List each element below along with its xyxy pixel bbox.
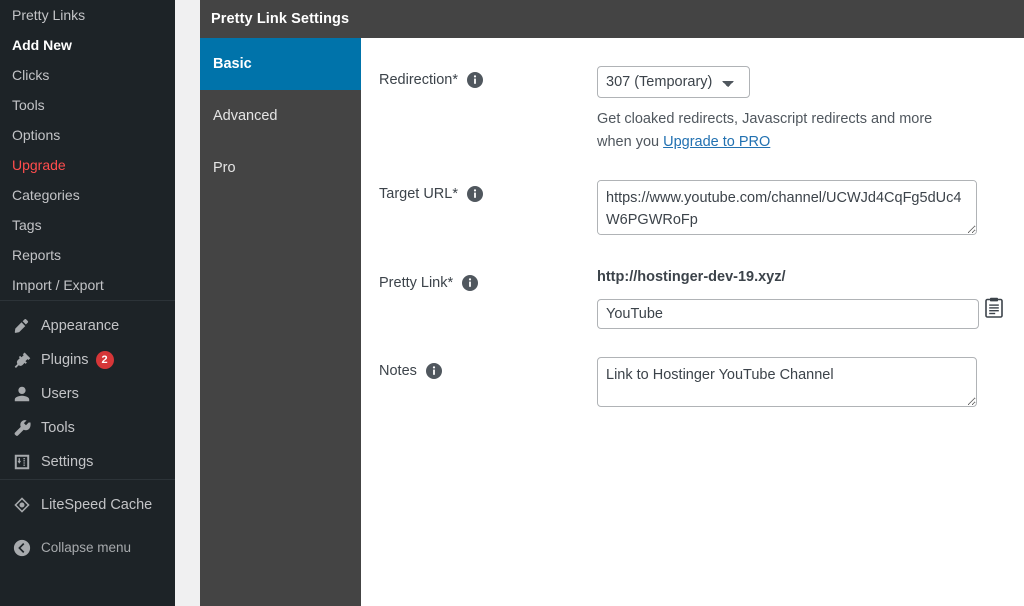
sidebar-item-label: Categories <box>12 187 80 203</box>
menu-separator-3 <box>0 522 175 531</box>
sidebar-item-tools[interactable]: Tools <box>0 90 175 120</box>
sidebar-item-appearance[interactable]: Appearance <box>0 309 175 343</box>
tab-label: Pro <box>213 160 236 176</box>
sidebar-item-label: Upgrade <box>12 157 66 173</box>
sidebar-item-upgrade[interactable]: Upgrade <box>0 150 175 180</box>
sidebar-item-tags[interactable]: Tags <box>0 210 175 240</box>
sidebar-item-categories[interactable]: Categories <box>0 180 175 210</box>
sidebar-item-label: Clicks <box>12 67 50 83</box>
tab-label: Basic <box>213 56 252 72</box>
pretty-link-label-cell: Pretty Link* <box>361 269 597 329</box>
tab-label: Advanced <box>213 108 278 124</box>
collapse-menu-label: Collapse menu <box>41 540 132 556</box>
sidebar-item-label: Settings <box>41 453 94 470</box>
panel-header: Pretty Link Settings <box>200 0 1024 38</box>
paintbrush-icon <box>12 316 32 336</box>
upgrade-to-pro-link[interactable]: Upgrade to PRO <box>663 134 770 150</box>
sidebar-item-add-new[interactable]: Add New <box>0 30 175 60</box>
admin-sidebar: Pretty Links Add New Clicks Tools Option… <box>0 0 175 606</box>
redirection-field-cell: 307 (Temporary) Get cloaked redirects, J… <box>597 66 1024 154</box>
form-row-target-url: Target URL* https://www.youtube.com/chan… <box>361 180 1024 240</box>
notes-input[interactable]: Link to Hostinger YouTube Channel <box>597 356 977 407</box>
sidebar-item-label: Users <box>41 385 79 402</box>
info-icon[interactable] <box>425 362 442 379</box>
tab-basic[interactable]: Basic <box>200 38 361 90</box>
target-url-input[interactable]: https://www.youtube.com/channel/UCWJd4Cq… <box>597 180 977 235</box>
tab-pro[interactable]: Pro <box>200 142 361 194</box>
form-row-notes: Notes Link to Hostinger YouTube Channel <box>361 356 1024 412</box>
wrench-icon <box>12 418 32 438</box>
collapse-menu-button[interactable]: Collapse menu <box>0 531 175 565</box>
litespeed-icon <box>12 495 32 515</box>
sidebar-item-label: Appearance <box>41 317 120 334</box>
menu-separator-2 <box>0 479 175 488</box>
sidebar-item-import-export[interactable]: Import / Export <box>0 270 175 300</box>
tab-advanced[interactable]: Advanced <box>200 90 361 142</box>
collapse-arrow-icon <box>12 538 32 558</box>
sidebar-item-users[interactable]: Users <box>0 377 175 411</box>
sidebar-item-tools-core[interactable]: Tools <box>0 411 175 445</box>
sidebar-item-clicks[interactable]: Clicks <box>0 60 175 90</box>
sidebar-item-label: Pretty Links <box>12 7 86 23</box>
target-url-label: Target URL* <box>379 186 458 202</box>
pretty-link-settings-panel: Pretty Link Settings Basic Advanced Pro … <box>200 0 1024 606</box>
sidebar-item-label: Options <box>12 127 61 143</box>
extra-menu-group: LiteSpeed Cache <box>0 488 175 522</box>
sidebar-item-label: LiteSpeed Cache <box>41 496 153 513</box>
pretty-link-slug-input[interactable] <box>597 298 979 329</box>
sliders-icon <box>12 452 32 472</box>
plug-icon <box>12 350 32 370</box>
plugins-update-badge: 2 <box>95 351 114 369</box>
sidebar-item-label: Plugins <box>41 351 89 368</box>
form-row-pretty-link: Pretty Link* http://hostinger-dev-19.xyz… <box>361 269 1024 329</box>
plugin-submenu-group: Pretty Links Add New Clicks Tools Option… <box>0 0 175 300</box>
notes-field-cell: Link to Hostinger YouTube Channel <box>597 356 1024 412</box>
menu-separator <box>0 300 175 309</box>
target-url-label-cell: Target URL* <box>361 180 597 240</box>
redirection-label: Redirection* <box>379 72 458 88</box>
sidebar-item-settings[interactable]: Settings <box>0 445 175 479</box>
redirection-select[interactable]: 307 (Temporary) <box>597 66 750 98</box>
info-icon[interactable] <box>462 275 479 291</box>
sidebar-item-pretty-links[interactable]: Pretty Links <box>0 0 175 30</box>
sidebar-item-label: Tags <box>12 217 42 233</box>
clipboard-copy-icon[interactable] <box>983 295 1005 319</box>
sidebar-content-gap <box>175 0 200 606</box>
settings-form: Redirection* 307 (Temporary) Get cloaked… <box>361 38 1024 606</box>
settings-tab-list: Basic Advanced Pro <box>200 38 361 606</box>
core-menu-group: Appearance Plugins 2 Users Tools Setting… <box>0 309 175 479</box>
sidebar-item-litespeed-cache[interactable]: LiteSpeed Cache <box>0 488 175 522</box>
info-icon[interactable] <box>467 72 483 88</box>
sidebar-item-label: Tools <box>12 97 45 113</box>
sidebar-item-label: Add New <box>12 37 72 53</box>
panel-body: Basic Advanced Pro Redirection* 307 (Tem… <box>200 38 1024 606</box>
sidebar-item-label: Reports <box>12 247 62 263</box>
sidebar-item-plugins[interactable]: Plugins 2 <box>0 343 175 377</box>
sidebar-item-label: Import / Export <box>12 277 104 293</box>
info-icon[interactable] <box>466 186 483 202</box>
page-title: Pretty Link Settings <box>211 11 350 27</box>
redirection-helper-text: Get cloaked redirects, Javascript redire… <box>597 108 957 154</box>
pretty-link-field-cell: http://hostinger-dev-19.xyz/ <box>597 269 1024 329</box>
notes-label-cell: Notes <box>361 357 597 412</box>
pretty-link-label: Pretty Link* <box>379 275 454 291</box>
pretty-link-base-url: http://hostinger-dev-19.xyz/ <box>597 269 786 285</box>
sidebar-item-label: Tools <box>41 419 75 436</box>
form-row-redirection: Redirection* 307 (Temporary) Get cloaked… <box>361 66 1024 154</box>
notes-label: Notes <box>379 362 417 379</box>
target-url-field-cell: https://www.youtube.com/channel/UCWJd4Cq… <box>597 180 1024 240</box>
sidebar-item-reports[interactable]: Reports <box>0 240 175 270</box>
redirection-label-cell: Redirection* <box>361 66 597 154</box>
user-icon <box>12 384 32 404</box>
sidebar-item-options[interactable]: Options <box>0 120 175 150</box>
